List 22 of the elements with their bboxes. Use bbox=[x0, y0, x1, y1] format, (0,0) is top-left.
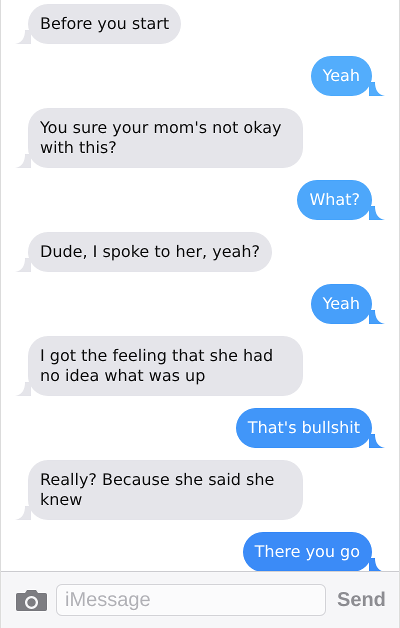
send-button[interactable]: Send bbox=[335, 588, 386, 612]
bubble-tail bbox=[15, 382, 31, 396]
bubble-tail bbox=[15, 506, 31, 520]
received-message-bubble: You sure your mom's not okay with this? bbox=[28, 108, 303, 168]
bubble-tail bbox=[15, 30, 31, 44]
sent-message-bubble: There you go bbox=[242, 532, 372, 572]
sent-message-bubble: What? bbox=[297, 180, 372, 220]
bubble-tail bbox=[15, 154, 31, 168]
received-message-bubble: Dude, I spoke to her, yeah? bbox=[28, 232, 272, 272]
camera-icon[interactable] bbox=[16, 589, 47, 611]
bubble-tail bbox=[369, 434, 385, 448]
received-message-bubble: Before you start bbox=[28, 4, 182, 44]
sent-message-bubble: Yeah bbox=[310, 56, 372, 96]
sent-message-bubble: Yeah bbox=[310, 284, 372, 324]
bubble-tail bbox=[369, 206, 385, 220]
bubble-tail bbox=[369, 82, 385, 96]
bubble-tail bbox=[369, 310, 385, 324]
message-input-field[interactable]: iMessage bbox=[56, 584, 326, 616]
sent-message-bubble: That's bullshit bbox=[236, 408, 372, 448]
received-message-bubble: Really? Because she said she knew bbox=[28, 460, 303, 520]
bubble-tail bbox=[15, 258, 31, 272]
received-message-bubble: I got the feeling that she had no idea what was up bbox=[28, 336, 303, 396]
